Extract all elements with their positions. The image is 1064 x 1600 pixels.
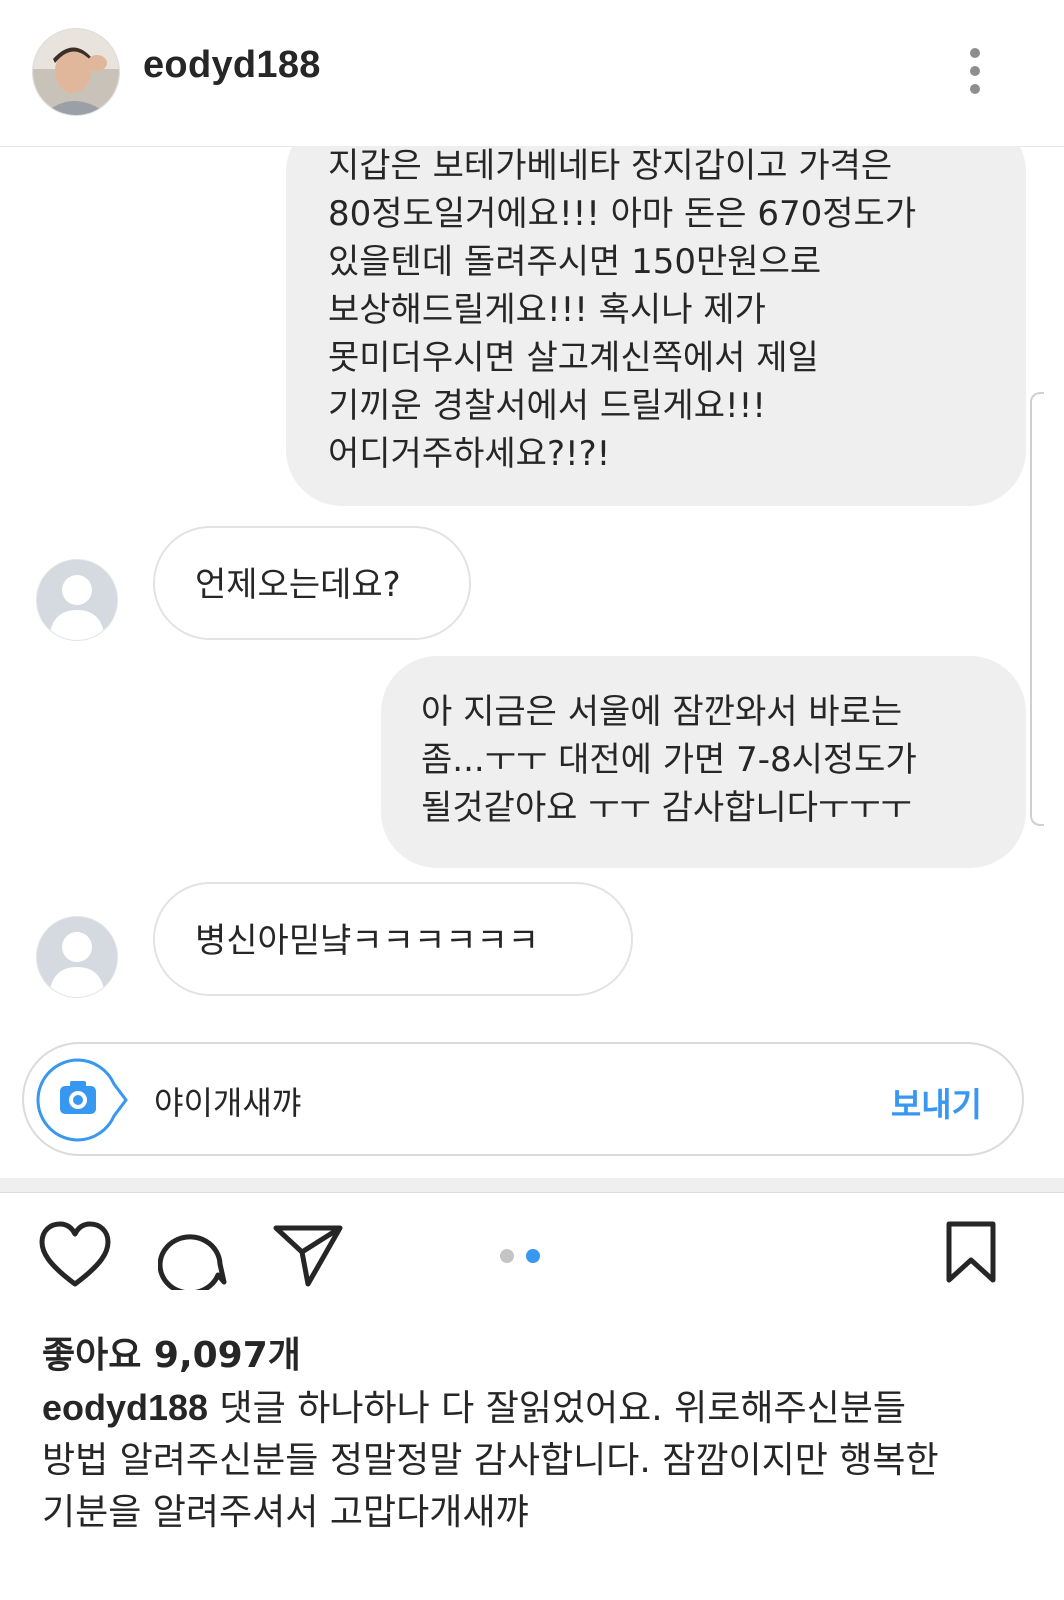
message-line: 아 지금은 서울에 잠깐와서 바로는 (421, 692, 903, 732)
heart-icon[interactable] (38, 1220, 112, 1294)
camera-button[interactable] (36, 1058, 128, 1142)
message-thread: 지갑은 보테가베네타 장지갑이고 가격은 80정도일거에요!!! 아마 돈은 6… (0, 146, 1064, 1176)
message-line: 될것같아요 ㅜㅜ 감사합니다ㅜㅜㅜ (421, 788, 912, 828)
caption-text: 댓글 하나하나 다 잘읽었어요. 위로해주신분들 (208, 1388, 907, 1429)
more-options-icon[interactable] (960, 46, 992, 96)
profile-photo-icon (33, 29, 119, 115)
message-bubble-sent: 지갑은 보테가베네타 장지갑이고 가격은 80정도일거에요!!! 아마 돈은 6… (286, 146, 1026, 506)
message-line: 좀...ㅜㅜ 대전에 가면 7-8시정도가 (421, 740, 917, 780)
section-divider (0, 1178, 1064, 1193)
default-avatar-icon[interactable] (36, 559, 118, 641)
message-line: 언제오는데요? (195, 565, 401, 605)
message-input[interactable]: 야이개새꺄 (154, 1078, 301, 1124)
message-line: 어디거주하세요?!?! (328, 434, 611, 474)
caption-text: 방법 알려주신분들 정말정말 감사합니다. 잠깜이지만 행복한 (42, 1440, 939, 1481)
message-bubble-received: 병신아믿냨ㅋㅋㅋㅋㅋㅋ (153, 882, 633, 996)
message-line: 기끼운 경찰서에서 드릴게요!!! (328, 386, 766, 426)
top-header: eodyd188 (0, 0, 1064, 147)
carousel-dot-active (526, 1249, 540, 1263)
message-bubble-received: 언제오는데요? (153, 526, 471, 640)
header-username[interactable]: eodyd188 (143, 44, 321, 87)
camera-icon (36, 1058, 128, 1142)
comment-icon[interactable] (157, 1220, 228, 1296)
message-line: 병신아믿냨ㅋㅋㅋㅋㅋㅋ (195, 921, 540, 961)
message-line: 보상해드릴게요!!! 혹시나 제가 (328, 290, 766, 330)
message-bubble-sent: 아 지금은 서울에 잠깐와서 바로는 좀...ㅜㅜ 대전에 가면 7-8시정도가… (381, 656, 1026, 868)
share-icon[interactable] (272, 1220, 346, 1294)
post-action-bar (0, 1220, 1064, 1300)
message-line: 지갑은 보테가베네타 장지갑이고 가격은 (328, 146, 893, 186)
message-line: 80정도일거에요!!! 아마 돈은 670정도가 (328, 194, 917, 234)
message-line: 있을텐데 돌려주시면 150만원으로 (328, 242, 822, 282)
caption-username[interactable]: eodyd188 (42, 1387, 208, 1428)
send-button[interactable]: 보내기 (891, 1078, 982, 1126)
profile-avatar[interactable] (32, 28, 120, 116)
bookmark-icon[interactable] (944, 1220, 998, 1288)
message-line: 못미더우시면 살고계신쪽에서 제일 (328, 338, 819, 378)
message-composer: 야이개새꺄 보내기 (22, 1042, 1024, 1156)
likes-count[interactable]: 좋아요 9,097개 (42, 1326, 301, 1378)
caption-text: 기분을 알려주셔서 고맙다개새꺄 (42, 1492, 529, 1533)
scrollbar[interactable] (1030, 392, 1044, 826)
carousel-dot (500, 1249, 514, 1263)
default-avatar-icon[interactable] (36, 916, 118, 998)
carousel-indicator (500, 1248, 552, 1267)
post-caption: eodyd188 댓글 하나하나 다 잘읽었어요. 위로해주신분들 방법 알려주… (42, 1382, 1032, 1539)
